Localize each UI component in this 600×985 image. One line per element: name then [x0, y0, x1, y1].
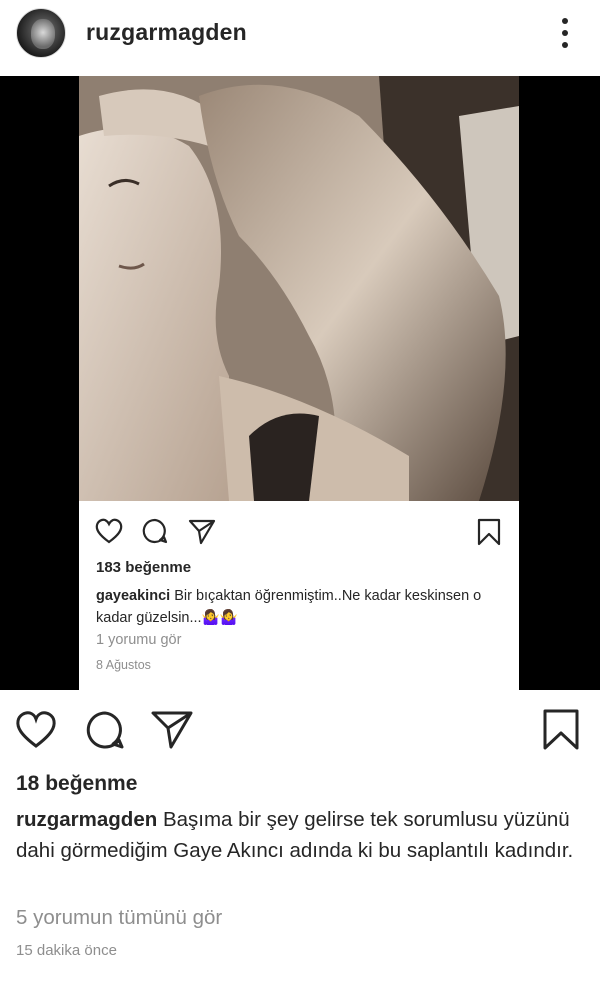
embedded-caption-username: gayeakinci: [96, 588, 171, 604]
comment-icon[interactable]: [84, 709, 126, 751]
post-media[interactable]: 183 beğenme gayeakinci Bir bıçaktan öğre…: [0, 76, 600, 690]
view-all-comments-link[interactable]: 5 yorumun tümünü gör: [16, 906, 222, 930]
embedded-action-bar: [79, 501, 519, 561]
embedded-post-screenshot: 183 beğenme gayeakinci Bir bıçaktan öğre…: [79, 76, 519, 690]
embedded-caption: gayeakinci Bir bıçaktan öğrenmiştim..Ne …: [96, 585, 496, 629]
avatar[interactable]: [16, 8, 66, 58]
comment-icon: [142, 518, 168, 544]
embedded-post-date: 8 Ağustos: [96, 658, 151, 672]
paper-plane-icon: [188, 519, 216, 545]
action-bar: [0, 700, 600, 764]
more-options-icon[interactable]: [556, 16, 574, 50]
caption-username[interactable]: ruzgarmagden: [16, 808, 157, 831]
bookmark-icon[interactable]: [541, 708, 581, 752]
post-username[interactable]: ruzgarmagden: [86, 19, 247, 46]
post-caption: ruzgarmagden Başıma bir şey gelirse tek …: [16, 804, 586, 866]
paper-plane-icon[interactable]: [150, 708, 194, 750]
post-photo: [79, 76, 519, 501]
heart-icon: [95, 518, 123, 544]
avatar-face: [31, 19, 55, 49]
heart-icon[interactable]: [14, 708, 58, 750]
embedded-view-comments: 1 yorumu gör: [96, 632, 182, 648]
embedded-like-count: 183 beğenme: [96, 559, 192, 576]
like-count[interactable]: 18 beğenme: [16, 772, 137, 796]
bookmark-icon: [477, 518, 501, 546]
photo-illustration: [79, 76, 519, 501]
post-header: ruzgarmagden: [0, 0, 600, 76]
post-timestamp: 15 dakika önce: [16, 942, 117, 959]
